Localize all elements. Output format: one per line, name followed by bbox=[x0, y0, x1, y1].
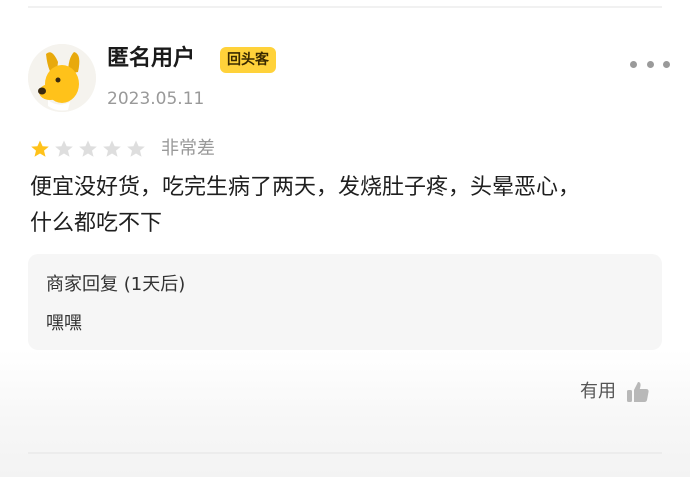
thumbs-up-icon bbox=[626, 380, 650, 404]
user-avatar[interactable] bbox=[28, 44, 96, 112]
review-text-line: 什么都吃不下 bbox=[30, 211, 163, 236]
review-text-line: 便宜没好货，吃完生病了两天，发烧肚子疼，头晕恶心， bbox=[30, 175, 581, 200]
more-dot-icon bbox=[630, 60, 637, 68]
top-divider bbox=[28, 6, 662, 8]
merchant-reply-title: 商家回复 (1天后) bbox=[46, 274, 186, 295]
more-dot-icon bbox=[646, 60, 654, 68]
star-empty-icon bbox=[103, 140, 121, 157]
bottom-divider bbox=[28, 452, 662, 454]
merchant-reply-box: 商家回复 (1天后) 嘿嘿 bbox=[28, 254, 662, 350]
more-dot-icon bbox=[663, 60, 670, 68]
review-date: 2023.05.11 bbox=[107, 89, 205, 109]
star-filled-icon bbox=[31, 140, 49, 157]
useful-button[interactable]: 有用 bbox=[580, 380, 650, 404]
star-empty-icon bbox=[79, 140, 97, 157]
merchant-reply-text: 嘿嘿 bbox=[46, 313, 82, 334]
returning-customer-badge: 回头客 bbox=[220, 47, 276, 73]
more-options-button[interactable] bbox=[630, 58, 670, 70]
star-rating bbox=[30, 139, 146, 159]
review-text: 便宜没好货，吃完生病了两天，发烧肚子疼，头晕恶心， 什么都吃不下 bbox=[30, 170, 660, 242]
useful-label: 有用 bbox=[580, 381, 616, 402]
rating-label: 非常差 bbox=[161, 138, 215, 159]
star-empty-icon bbox=[55, 140, 73, 157]
username: 匿名用户 bbox=[107, 46, 196, 71]
yellow-dog-avatar-icon bbox=[28, 44, 96, 112]
star-empty-icon bbox=[127, 140, 145, 157]
